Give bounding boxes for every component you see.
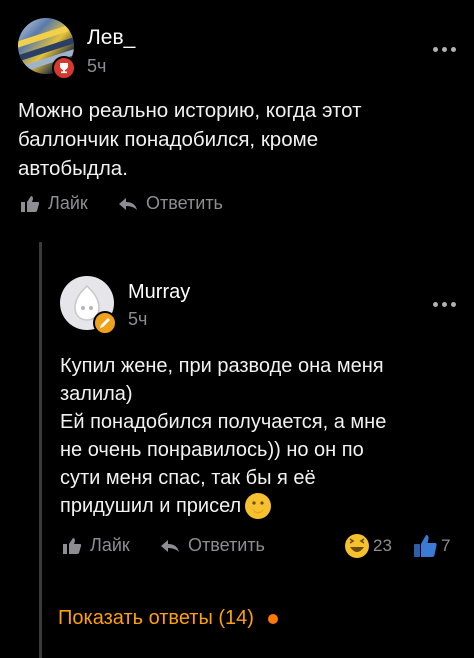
comment-line: баллончик понадобился, кроме: [18, 128, 319, 151]
more-options-icon[interactable]: [433, 302, 456, 307]
thumbs-reaction[interactable]: 7: [412, 533, 450, 559]
thumbs-up-icon: [21, 195, 40, 212]
reply-button[interactable]: Ответить: [118, 193, 223, 214]
hand-over-mouth-emoji-icon: [245, 493, 272, 519]
like-button[interactable]: Лайк: [20, 193, 88, 214]
laughing-emoji-icon: [345, 534, 369, 558]
reply-line: Купил жене, при разводе она меня: [60, 355, 384, 377]
more-options-icon[interactable]: [433, 47, 456, 52]
thumbs-count: 7: [441, 536, 451, 555]
reply-body: Купил жене, при разводе она меня залила)…: [60, 352, 460, 520]
reply-line: придушил и присел: [60, 495, 242, 517]
reply-label: Ответить: [188, 535, 265, 555]
reply-arrow-icon: [161, 539, 179, 552]
thumbs-up-icon: [63, 537, 82, 554]
like-label: Лайк: [48, 193, 88, 213]
comment-time: 5ч: [87, 56, 107, 76]
reply-button[interactable]: Ответить: [160, 535, 265, 556]
reply-time: 5ч: [128, 309, 148, 329]
reply-line: не очень понравилось)) но он по: [60, 439, 364, 461]
thread-line: [39, 242, 42, 658]
laugh-reaction[interactable]: 23: [344, 533, 392, 559]
comment-line: автобыдла.: [18, 157, 128, 180]
comment-username[interactable]: Лев_: [87, 26, 135, 50]
like-label: Лайк: [90, 535, 130, 555]
reply-label: Ответить: [146, 193, 223, 213]
reply-line: Ей понадобился получается, а мне: [60, 411, 387, 433]
like-button[interactable]: Лайк: [62, 535, 130, 556]
reply-arrow-icon: [119, 197, 137, 210]
laugh-count: 23: [373, 536, 392, 555]
show-replies-label: Показать ответы (14): [58, 607, 254, 629]
comment-line: Можно реально историю, когда этот: [18, 99, 362, 122]
comment-body: Можно реально историю, когда этот баллон…: [18, 96, 458, 183]
reply-line: залила): [60, 383, 133, 405]
unread-dot-icon: [267, 613, 278, 624]
pen-badge-icon: [93, 311, 117, 335]
reply-line: сути меня спас, так бы я её: [60, 467, 316, 489]
thumbs-up-emoji-icon: [414, 535, 437, 557]
trophy-badge-icon: [52, 56, 76, 80]
show-replies-button[interactable]: Показать ответы (14): [58, 607, 278, 630]
reply-username[interactable]: Murray: [128, 281, 190, 304]
